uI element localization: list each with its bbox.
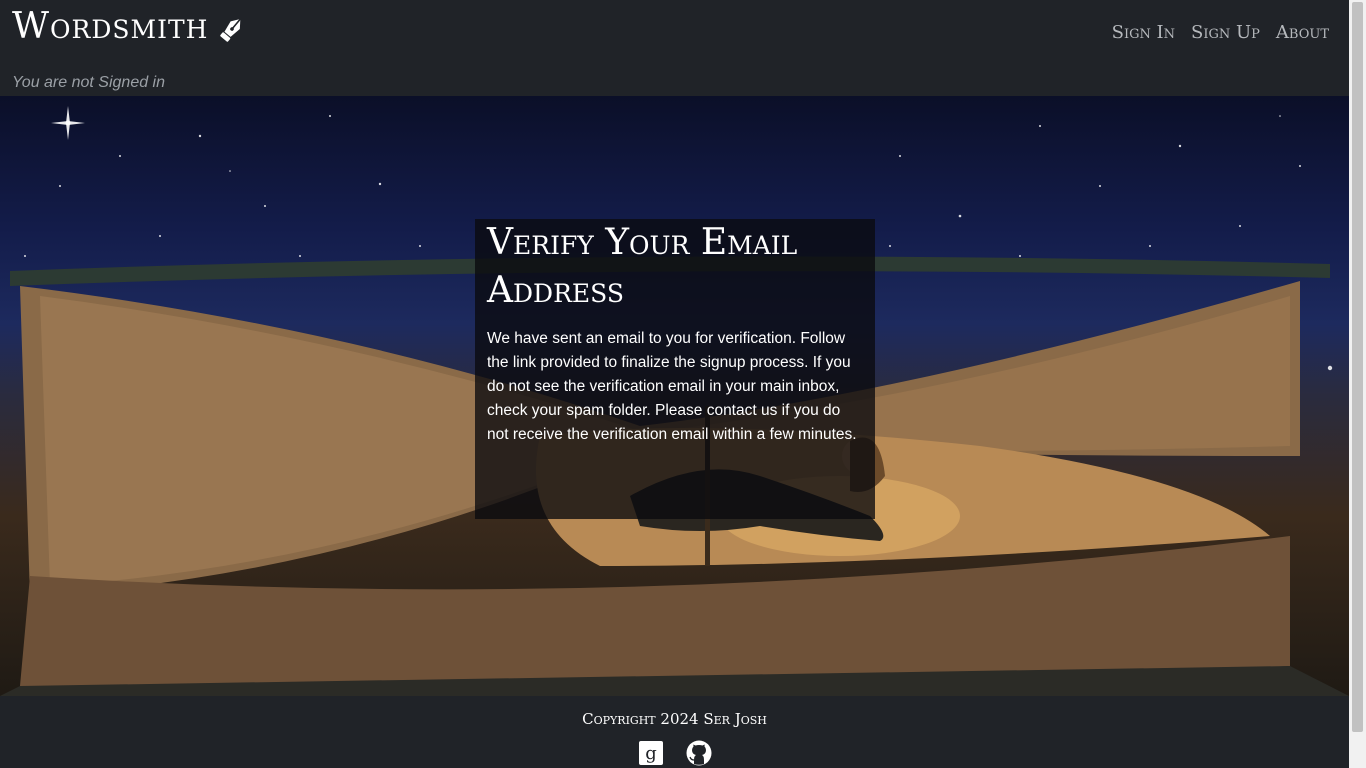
github-icon <box>686 740 711 766</box>
footer: Copyright 2024 Ser Josh g <box>0 696 1349 768</box>
page-title: Verify Your Email Address <box>487 222 798 311</box>
verify-message: We have sent an email to you for verific… <box>487 330 857 443</box>
goodreads-icon: g <box>638 741 663 765</box>
main-nav: Sign In Sign Up About <box>1112 22 1329 43</box>
nav-sign-in[interactable]: Sign In <box>1112 22 1175 43</box>
brand-name: Wordsmith <box>12 6 209 47</box>
goodreads-link[interactable]: g <box>638 740 664 766</box>
fountain-pen-icon <box>218 12 246 42</box>
github-link[interactable] <box>686 740 712 766</box>
copyright-text: Copyright 2024 Ser Josh <box>582 710 767 728</box>
signin-status: You are not Signed in <box>12 74 166 91</box>
hero-background-image: Verify Your Email Address We have sent a… <box>0 96 1349 696</box>
nav-about[interactable]: About <box>1276 22 1329 43</box>
scrollbar-thumb[interactable] <box>1352 2 1363 732</box>
navbar: Wordsmith Sign In Sign Up About You are … <box>0 0 1349 96</box>
verify-email-card: Verify Your Email Address We have sent a… <box>475 219 875 519</box>
nav-sign-up[interactable]: Sign Up <box>1191 22 1260 43</box>
svg-text:g: g <box>645 743 657 764</box>
vertical-scrollbar[interactable] <box>1349 0 1366 768</box>
page: Wordsmith Sign In Sign Up About You are … <box>0 0 1349 768</box>
brand-link[interactable]: Wordsmith <box>12 6 246 47</box>
social-links: g <box>0 740 1349 766</box>
